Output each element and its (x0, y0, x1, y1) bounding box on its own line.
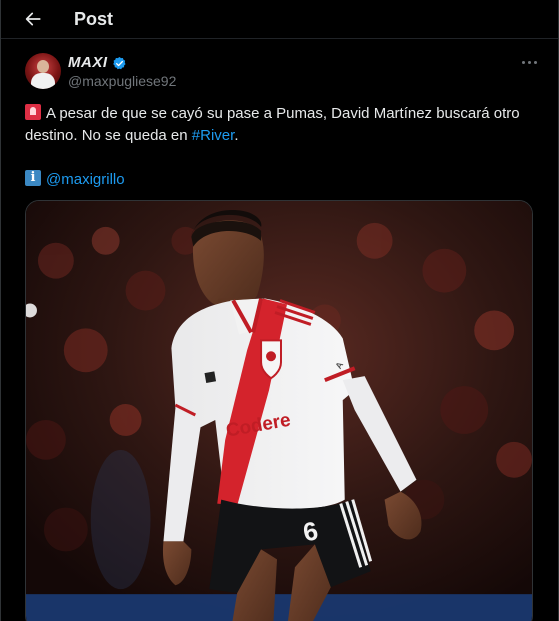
tweet-body: A pesar de que se cayó su pase a Pumas, … (25, 105, 520, 144)
mention-line: @maxigrillo (25, 169, 525, 191)
hashtag-link[interactable]: #River (192, 127, 235, 144)
tweet-author: MAXI @maxpugliese92 (25, 53, 542, 90)
player-photo: Codere A 6 (26, 201, 532, 621)
tweet-text: A pesar de que se cayó su pase a Pumas, … (25, 103, 525, 191)
display-name-row: MAXI (68, 54, 176, 72)
more-options-icon[interactable] (522, 57, 542, 67)
tweet-period: . (234, 127, 239, 144)
avatar-face (37, 60, 49, 73)
back-button[interactable] (23, 9, 43, 29)
top-bar: Post (1, 0, 558, 39)
siren-icon (25, 104, 41, 120)
author-handle[interactable]: @maxpugliese92 (68, 72, 176, 90)
tweet: MAXI @maxpugliese92 A pesar de que se ca… (1, 39, 558, 621)
mention-link[interactable]: @maxigrillo (46, 171, 125, 188)
arrow-left-icon (25, 12, 41, 26)
post-view: Post MAXI @maxpugliese92 A pesar de que … (0, 0, 559, 621)
display-name[interactable]: MAXI (68, 54, 108, 72)
avatar[interactable] (25, 53, 61, 89)
tweet-paragraph: A pesar de que se cayó su pase a Pumas, … (25, 103, 525, 147)
avatar-shirt (31, 73, 55, 89)
verified-badge-icon[interactable] (112, 56, 127, 71)
tweet-media[interactable]: Codere A 6 (25, 200, 533, 621)
author-names: MAXI @maxpugliese92 (68, 54, 176, 90)
info-icon (25, 170, 41, 186)
page-title: Post (74, 8, 114, 29)
